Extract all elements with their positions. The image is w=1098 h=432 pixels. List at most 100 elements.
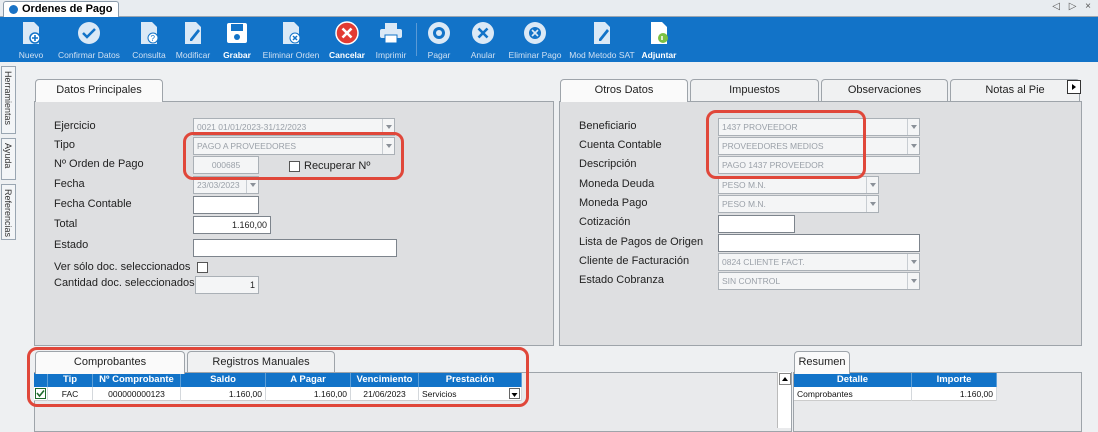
pay-icon [427, 21, 451, 45]
estado-label: Estado [54, 239, 89, 251]
grabar-label: Grabar [223, 50, 251, 60]
side-tab-herramientas[interactable]: Herramientas [1, 66, 16, 134]
estado-cobranza-value: SIN CONTROL [722, 276, 781, 286]
grabar-button[interactable]: Grabar [220, 17, 254, 62]
tab-notas-al-pie[interactable]: Notas al Pie [950, 79, 1080, 101]
estado-cobranza-label: Estado Cobranza [579, 274, 664, 286]
moneda-deuda-label: Moneda Deuda [579, 178, 655, 190]
side-tab-herramientas-label: Herramientas [3, 71, 13, 126]
fecha-value: 23/03/2023 [197, 180, 240, 190]
window-nav-controls[interactable]: ◁ ▷ × [1052, 1, 1094, 12]
cuenta-label: Cuenta Contable [579, 139, 662, 151]
side-tab-referencias-label: Referencias [3, 189, 13, 238]
document-tab-label: Ordenes de Pago [22, 3, 113, 15]
mod-metodo-sat-label: Mod Metodo SAT [569, 50, 635, 60]
adjuntar-button[interactable]: Adjuntar [642, 17, 676, 62]
query-doc-icon: ? [137, 21, 161, 45]
tab-resumen[interactable]: Resumen [794, 351, 850, 374]
table-row[interactable]: Comprobantes 1.160,00 [794, 387, 997, 401]
fecha-label: Fecha [54, 178, 85, 190]
highlight-tipo-orden [183, 132, 404, 180]
side-tab-referencias[interactable]: Referencias [1, 184, 16, 240]
pagar-button[interactable]: Pagar [422, 17, 456, 62]
tab-otros-datos[interactable]: Otros Datos [560, 79, 688, 102]
cantidad-label: Cantidad doc. seleccionados [54, 277, 195, 289]
ver-seleccionados-checkbox[interactable] [197, 262, 208, 273]
chevron-down-icon [907, 119, 919, 135]
moneda-pago-label: Moneda Pago [579, 197, 648, 209]
delete-payment-icon [523, 21, 547, 45]
attach-icon [647, 21, 671, 45]
tipo-label: Tipo [54, 139, 75, 151]
anular-button[interactable]: Anular [466, 17, 500, 62]
side-tab-ayuda-label: Ayuda [3, 143, 13, 169]
cliente-select[interactable]: 0824 CLIENTE FACT. [718, 253, 920, 271]
comprobantes-scrollbar[interactable] [777, 372, 791, 428]
imprimir-button[interactable]: Imprimir [374, 17, 408, 62]
check-circle-icon [77, 21, 101, 45]
tab-observaciones[interactable]: Observaciones [821, 79, 948, 101]
mod-metodo-sat-button[interactable]: Mod Metodo SAT [569, 17, 635, 62]
col-importe[interactable]: Importe [912, 373, 997, 387]
new-doc-icon [19, 21, 43, 45]
svg-text:?: ? [151, 34, 156, 43]
orden-label: Nº Orden de Pago [54, 158, 144, 170]
cell-detalle: Comprobantes [794, 387, 912, 401]
descripcion-label: Descripción [579, 158, 637, 170]
print-icon [379, 21, 403, 45]
cantidad-field[interactable]: 1 [195, 276, 259, 294]
chevron-down-icon [866, 177, 878, 193]
col-detalle[interactable]: Detalle [794, 373, 912, 387]
eliminar-orden-button[interactable]: Eliminar Orden [263, 17, 319, 62]
annul-icon [471, 21, 495, 45]
highlight-beneficiario [706, 110, 866, 179]
tab-comprobantes[interactable]: Comprobantes [35, 351, 185, 374]
modificar-button[interactable]: Modificar [176, 17, 210, 62]
edit-sat-icon [590, 21, 614, 45]
nuevo-button[interactable]: Nuevo [14, 17, 48, 62]
fecha-contable-field[interactable] [193, 196, 259, 214]
cell-importe: 1.160,00 [912, 387, 997, 401]
tab-datos-principales[interactable]: Datos Principales [35, 79, 163, 102]
lista-pagos-field[interactable] [718, 234, 920, 252]
confirmar-datos-button[interactable]: Confirmar Datos [58, 17, 120, 62]
chevron-down-icon [907, 254, 919, 270]
nuevo-label: Nuevo [18, 50, 44, 60]
ver-seleccionados-label: Ver sólo doc. seleccionados [54, 261, 191, 273]
app-icon [9, 5, 18, 14]
estado-field[interactable] [193, 239, 397, 257]
cotizacion-label: Cotización [579, 216, 631, 228]
side-tab-ayuda[interactable]: Ayuda [1, 138, 16, 180]
edit-doc-icon [181, 21, 205, 45]
cotizacion-field[interactable] [718, 215, 795, 233]
total-field[interactable]: 1.160,00 [193, 216, 271, 234]
title-bar: Ordenes de Pago ◁ ▷ × [0, 0, 1098, 17]
moneda-pago-select[interactable]: PESO M.N. [718, 195, 879, 213]
lista-pagos-label: Lista de Pagos de Origen [579, 236, 704, 248]
ejercicio-value: 0021 01/01/2023-31/12/2023 [197, 122, 307, 132]
ejercicio-label: Ejercicio [54, 120, 96, 132]
adjuntar-label: Adjuntar [641, 50, 677, 60]
cliente-label: Cliente de Facturación [579, 255, 690, 267]
consulta-button[interactable]: ? Consulta [132, 17, 166, 62]
document-tab[interactable]: Ordenes de Pago [3, 1, 120, 17]
eliminar-orden-label: Eliminar Orden [262, 50, 320, 60]
confirmar-datos-label: Confirmar Datos [58, 50, 120, 60]
save-icon [225, 21, 249, 45]
delete-doc-icon [279, 21, 303, 45]
tab-scroll-right-button[interactable] [1067, 80, 1081, 94]
tab-impuestos[interactable]: Impuestos [690, 79, 819, 101]
eliminar-pago-button[interactable]: Eliminar Pago [508, 17, 562, 62]
scroll-up-icon[interactable] [779, 373, 791, 385]
chevron-down-icon [866, 196, 878, 212]
toolbar: Nuevo Confirmar Datos ? Consulta Modific… [0, 17, 1098, 62]
total-label: Total [54, 218, 78, 230]
moneda-deuda-value: PESO M.N. [722, 180, 766, 190]
chevron-down-icon [907, 138, 919, 154]
eliminar-pago-label: Eliminar Pago [508, 50, 562, 60]
beneficiario-label: Beneficiario [579, 120, 637, 132]
cancelar-button[interactable]: Cancelar [329, 17, 365, 62]
chevron-down-icon [907, 273, 919, 289]
estado-cobranza-select[interactable]: SIN CONTROL [718, 272, 920, 290]
cancel-icon [335, 21, 359, 45]
